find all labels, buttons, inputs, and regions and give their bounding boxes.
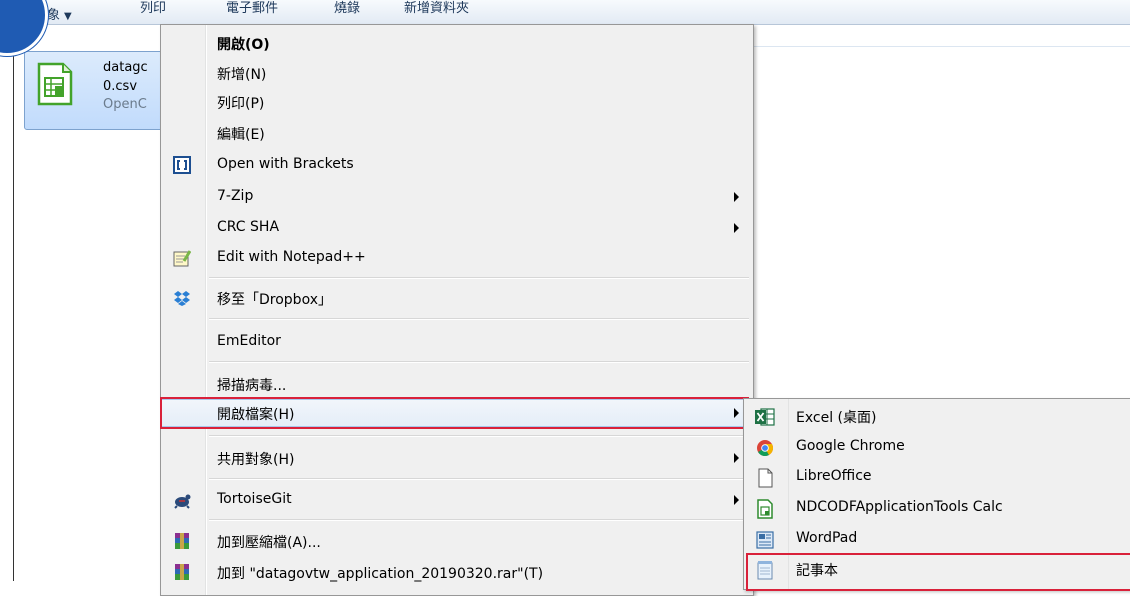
submenu-arrow-icon <box>734 192 739 202</box>
notepad-icon <box>757 561 773 580</box>
submenu-item-label: LibreOffice <box>796 468 872 484</box>
menu-item-crc-sha[interactable]: CRC SHA <box>161 214 753 242</box>
menu-separator <box>209 318 749 320</box>
menu-item-label: 7-Zip <box>217 188 254 204</box>
menu-item-label: 新增(N) <box>217 67 267 83</box>
menu-item-scan-virus[interactable]: 掃描病毒... <box>161 370 753 398</box>
menu-item-move-to-dropbox[interactable]: 移至「Dropbox」 <box>161 284 753 312</box>
menu-item-edit[interactable]: 編輯(E) <box>161 119 753 147</box>
file-name-line-1: datagc <box>103 60 148 75</box>
submenu-arrow-icon <box>734 453 739 463</box>
menu-item-7zip[interactable]: 7-Zip <box>161 183 753 211</box>
menu-separator <box>209 478 749 480</box>
menu-item-open-with-brackets[interactable]: Open with Brackets <box>161 151 753 179</box>
menu-item-label: CRC SHA <box>217 219 280 235</box>
excel-icon <box>755 408 775 426</box>
pane-divider <box>752 46 1130 47</box>
wordpad-icon <box>756 531 774 549</box>
menu-item-label: Edit with Notepad++ <box>217 249 366 265</box>
menu-item-tortoisegit[interactable]: TortoiseGit <box>161 486 753 514</box>
toolbar-burn-button[interactable]: 燒錄 <box>334 0 360 16</box>
file-type-label: OpenC <box>103 97 147 112</box>
selected-file-item[interactable]: datagc 0.csv OpenC <box>24 51 176 130</box>
dropbox-icon <box>174 291 190 306</box>
menu-separator <box>209 361 749 363</box>
menu-item-label: TortoiseGit <box>217 491 292 507</box>
winrar-icon <box>175 533 189 549</box>
pane-border <box>13 24 14 581</box>
menu-item-label: 共用對象(H) <box>217 452 295 468</box>
menu-item-open[interactable]: 開啟(O) <box>161 29 753 57</box>
blank-document-icon <box>758 468 773 488</box>
menu-item-label: 開啟(O) <box>217 37 270 53</box>
calc-spreadsheet-icon <box>37 62 73 106</box>
menu-item-new[interactable]: 新增(N) <box>161 59 753 87</box>
chrome-icon <box>757 440 774 457</box>
menu-item-add-to-archive[interactable]: 加到壓縮檔(A)... <box>161 527 753 555</box>
explorer-toolbar: 對象▼ 列印 電子郵件 燒錄 新增資料夾 <box>0 0 1130 25</box>
menu-item-emeditor[interactable]: EmEditor <box>161 328 753 356</box>
file-name-line-2: 0.csv <box>103 79 138 94</box>
menu-item-edit-with-notepad-plus-plus[interactable]: Edit with Notepad++ <box>161 244 753 272</box>
submenu-item-google-chrome[interactable]: Google Chrome <box>744 432 1130 463</box>
winrar-icon <box>175 564 189 580</box>
menu-item-label: 掃描病毒... <box>217 378 287 394</box>
menu-item-add-to-rar-file[interactable]: 加到 "datagovtw_application_20190320.rar"(… <box>161 558 753 586</box>
menu-item-label: Open with Brackets <box>217 156 354 172</box>
context-menu: 開啟(O) 新增(N) 列印(P) 編輯(E) Open with Bracke… <box>160 24 754 596</box>
submenu-item-notepad[interactable]: 記事本 <box>744 554 1130 585</box>
submenu-item-label: WordPad <box>796 530 858 546</box>
menu-separator <box>209 277 749 279</box>
menu-item-label: 移至「Dropbox」 <box>217 292 332 308</box>
menu-separator <box>209 519 749 521</box>
notepad-plus-plus-icon <box>173 250 191 267</box>
menu-item-share-with[interactable]: 共用對象(H) <box>161 444 753 472</box>
menu-item-label: 開啟檔案(H) <box>217 407 295 423</box>
submenu-item-excel[interactable]: Excel (桌面) <box>744 401 1130 432</box>
submenu-item-wordpad[interactable]: WordPad <box>744 524 1130 555</box>
menu-item-label: 加到壓縮檔(A)... <box>217 535 321 551</box>
menu-item-print[interactable]: 列印(P) <box>161 88 753 116</box>
menu-item-open-with[interactable]: 開啟檔案(H) <box>161 399 753 427</box>
submenu-item-label: 記事本 <box>796 563 838 579</box>
submenu-arrow-icon <box>734 495 739 505</box>
annotation-step-badge <box>0 0 48 56</box>
menu-item-label: 列印(P) <box>217 96 265 112</box>
toolbar-email-button[interactable]: 電子郵件 <box>226 0 278 16</box>
spreadsheet-icon <box>757 499 773 519</box>
submenu-item-libreoffice[interactable]: LibreOffice <box>744 462 1130 493</box>
brackets-icon <box>173 156 191 174</box>
menu-item-label: 編輯(E) <box>217 127 265 143</box>
menu-item-label: 加到 "datagovtw_application_20190320.rar"(… <box>217 566 544 582</box>
tortoisegit-icon <box>174 494 191 509</box>
submenu-arrow-icon <box>734 408 739 418</box>
submenu-item-label: Google Chrome <box>796 438 905 454</box>
open-with-submenu: Excel (桌面) Google Chrome LibreOffice NDC… <box>743 398 1130 590</box>
submenu-item-ndcodf-calc[interactable]: NDCODFApplicationTools Calc <box>744 493 1130 524</box>
submenu-item-label: Excel (桌面) <box>796 410 877 426</box>
menu-separator <box>209 435 749 437</box>
toolbar-print-button[interactable]: 列印 <box>140 0 166 16</box>
chevron-down-icon: ▼ <box>64 11 72 22</box>
submenu-item-label: NDCODFApplicationTools Calc <box>796 499 1003 515</box>
submenu-arrow-icon <box>734 223 739 233</box>
toolbar-new-folder-button[interactable]: 新增資料夾 <box>404 0 469 16</box>
menu-item-label: EmEditor <box>217 333 281 349</box>
file-name: datagc 0.csv <box>103 58 148 96</box>
